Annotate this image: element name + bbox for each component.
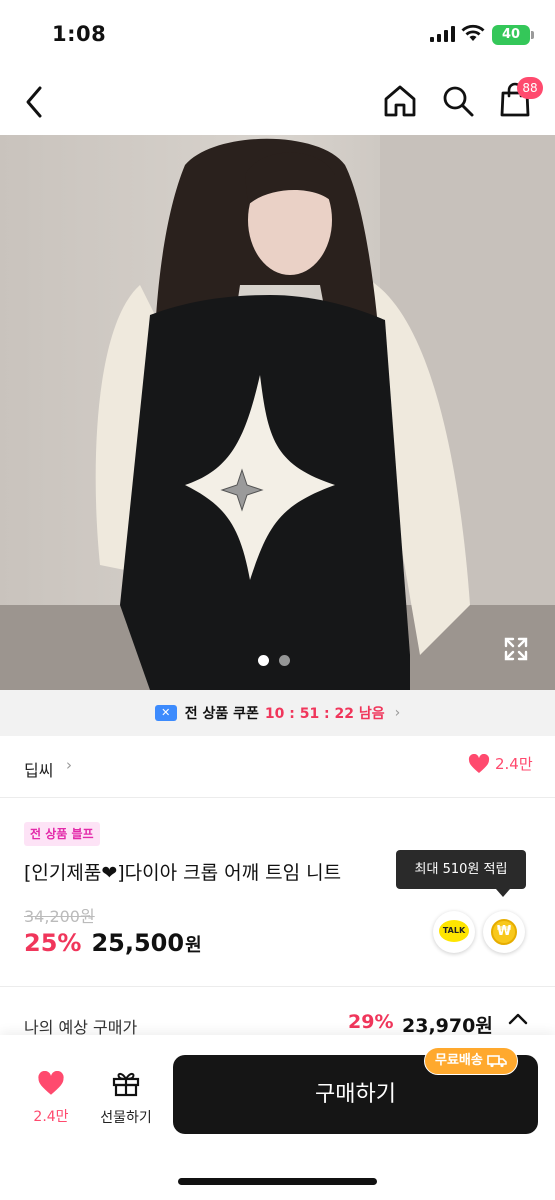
gift-icon bbox=[112, 1072, 140, 1097]
coupon-label: 전 상품 쿠폰 bbox=[184, 706, 259, 722]
carousel-dot[interactable] bbox=[279, 655, 290, 666]
cart-count-badge: 88 bbox=[517, 77, 543, 99]
promo-tag: 전 상품 블프 bbox=[24, 822, 100, 846]
carousel-dot-active[interactable] bbox=[258, 655, 269, 666]
chevron-up-icon[interactable] bbox=[508, 1012, 528, 1026]
heart-icon bbox=[38, 1070, 64, 1095]
free-shipping-badge: 무료배송 bbox=[424, 1047, 518, 1075]
chevron-right-icon[interactable]: › bbox=[66, 756, 72, 774]
kakao-talk-share-button[interactable]: TALK bbox=[433, 911, 475, 953]
wifi-icon bbox=[461, 24, 485, 41]
heart-icon bbox=[468, 753, 490, 773]
coupon-icon: ✕ bbox=[154, 705, 177, 721]
coupon-banner[interactable]: ✕ 전 상품 쿠폰 10 : 51 : 22 남음 › bbox=[0, 690, 555, 736]
gift-button[interactable]: 선물하기 bbox=[92, 1069, 160, 1127]
battery-icon: 40 bbox=[492, 25, 530, 45]
carousel-indicator bbox=[258, 651, 300, 670]
product-title: [인기제품❤]다이아 크롭 어깨 트임 니트 bbox=[24, 862, 342, 884]
coupon-timer: 10 : 51 : 22 남음 bbox=[264, 706, 385, 722]
original-price: 34,200원 bbox=[24, 907, 95, 926]
top-nav: 88 bbox=[0, 68, 555, 135]
expected-price: 23,970원 bbox=[402, 1015, 493, 1037]
product-image[interactable] bbox=[0, 135, 555, 690]
sale-price-row: 25% 25,500 원 bbox=[24, 929, 202, 957]
home-indicator[interactable] bbox=[178, 1178, 377, 1185]
fullscreen-expand-icon[interactable] bbox=[503, 636, 529, 662]
kakao-talk-icon: TALK bbox=[439, 920, 469, 942]
sale-price: 25,500 bbox=[91, 929, 185, 957]
brand-name[interactable]: 딥씨 bbox=[24, 757, 53, 781]
currency-unit: 원 bbox=[185, 935, 202, 956]
expected-discount: 29% bbox=[348, 1011, 394, 1033]
product-photo bbox=[0, 135, 555, 690]
brand-like-button[interactable]: 2.4만 bbox=[468, 753, 533, 774]
search-icon[interactable] bbox=[440, 83, 476, 119]
like-count: 2.4만 bbox=[33, 1109, 69, 1125]
free-shipping-label: 무료배송 bbox=[435, 1053, 483, 1068]
gift-label: 선물하기 bbox=[100, 1110, 152, 1126]
won-coin-icon: ₩ bbox=[491, 919, 517, 945]
like-button[interactable]: 2.4만 bbox=[22, 1070, 80, 1126]
points-button[interactable]: ₩ bbox=[483, 911, 525, 953]
status-bar: 1:08 40 bbox=[0, 0, 555, 68]
truck-icon bbox=[487, 1055, 507, 1068]
battery-tip bbox=[531, 31, 534, 39]
cellular-signal-icon bbox=[430, 26, 455, 42]
discount-rate: 25% bbox=[24, 929, 82, 957]
brand-like-count: 2.4만 bbox=[495, 755, 533, 773]
chevron-right-icon: › bbox=[394, 705, 401, 721]
points-tooltip: 최대 510원 적립 bbox=[396, 850, 526, 889]
status-time: 1:08 bbox=[52, 22, 107, 46]
brand-row: 딥씨 › 2.4만 bbox=[0, 736, 555, 798]
home-icon[interactable] bbox=[382, 83, 418, 119]
tooltip-arrow bbox=[496, 889, 510, 897]
back-arrow-icon[interactable] bbox=[18, 82, 54, 122]
bottom-action-bar: 2.4만 선물하기 구매하기 무료배송 bbox=[0, 1035, 555, 1200]
